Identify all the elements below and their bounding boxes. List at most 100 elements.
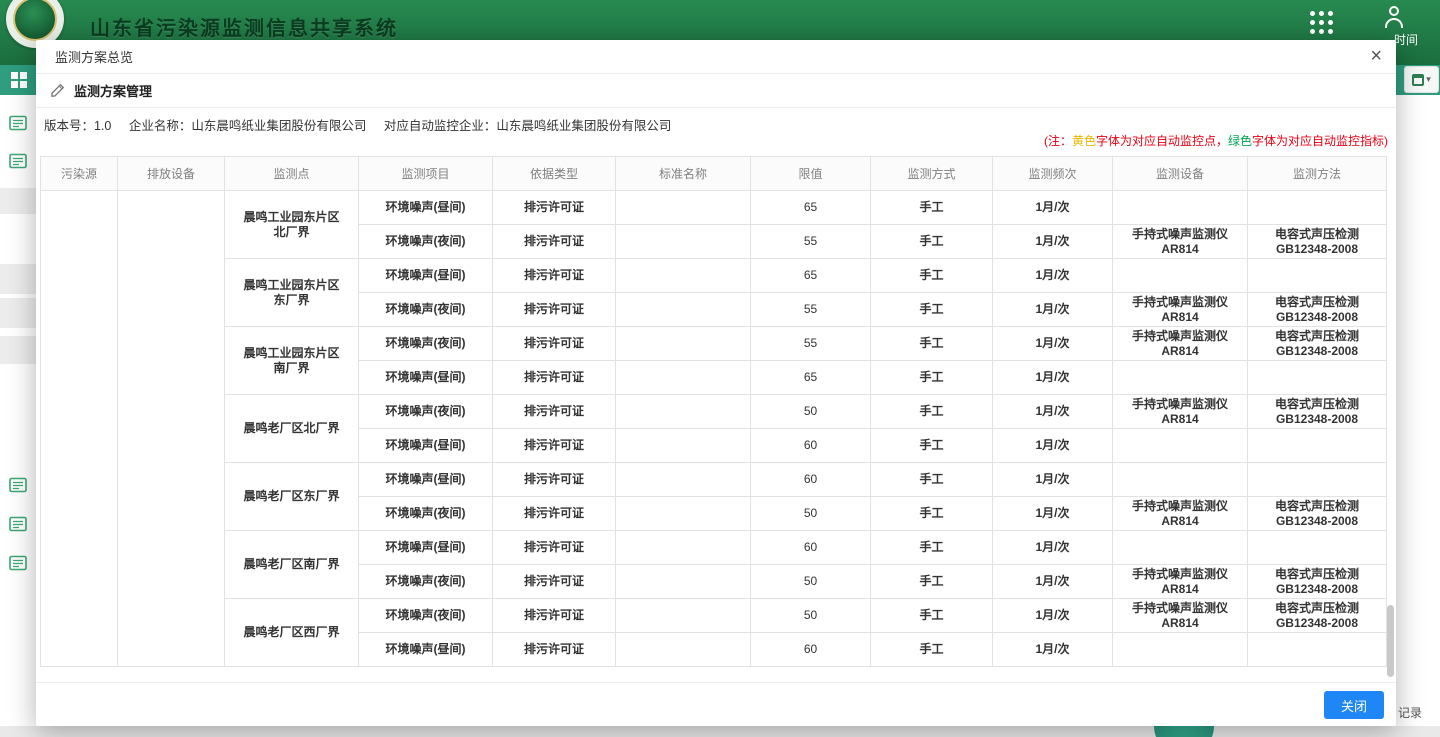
basis-type-cell: 排污许可证 — [493, 463, 616, 497]
close-icon[interactable]: × — [1370, 44, 1382, 68]
standard-name-cell — [616, 565, 751, 599]
folder-icon[interactable] — [9, 115, 27, 136]
list-row-highlight — [0, 298, 36, 328]
monitor-point-cell: 晨鸣老厂区北厂界 — [225, 395, 359, 463]
folder-icon[interactable] — [9, 516, 27, 537]
table-row: 晨鸣老厂区南厂界环境噪声(昼间)排污许可证60手工1月/次 — [41, 531, 1387, 565]
monitor-mode-cell: 手工 — [871, 429, 993, 463]
monitor-mode-cell: 手工 — [871, 599, 993, 633]
monitor-frequency-cell: 1月/次 — [993, 633, 1113, 667]
column-header: 限值 — [751, 157, 871, 191]
column-header: 监测设备 — [1113, 157, 1248, 191]
monitor-point-cell: 晨鸣老厂区南厂界 — [225, 531, 359, 599]
monitor-mode-cell: 手工 — [871, 191, 993, 225]
monitor-point-cell: 晨鸣老厂区东厂界 — [225, 463, 359, 531]
monitor-mode-cell: 手工 — [871, 259, 993, 293]
table-row: 晨鸣工业园东片区 南厂界环境噪声(夜间)排污许可证55手工1月/次手持式噪声监测… — [41, 327, 1387, 361]
monitor-frequency-cell: 1月/次 — [993, 429, 1113, 463]
table-header-row: 污染源排放设备监测点监测项目依据类型标准名称限值监测方式监测频次监测设备监测方法 — [41, 157, 1387, 191]
limit-value-cell: 60 — [751, 429, 871, 463]
limit-value-cell: 60 — [751, 633, 871, 667]
sidebar — [0, 95, 36, 737]
limit-value-cell: 60 — [751, 463, 871, 497]
basis-type-cell: 排污许可证 — [493, 531, 616, 565]
table-row: 晨鸣工业园东片区 北厂界环境噪声(昼间)排污许可证65手工1月/次 — [41, 191, 1387, 225]
plan-table-body: 晨鸣工业园东片区 北厂界环境噪声(昼间)排污许可证65手工1月/次环境噪声(夜间… — [41, 191, 1387, 667]
limit-value-cell: 60 — [751, 531, 871, 565]
monitor-frequency-cell: 1月/次 — [993, 259, 1113, 293]
folder-icon[interactable] — [9, 555, 27, 576]
chevron-down-icon: ▾ — [1426, 74, 1431, 85]
basis-type-cell: 排污许可证 — [493, 429, 616, 463]
close-button[interactable]: 关闭 — [1324, 691, 1384, 719]
calendar-icon — [1412, 74, 1424, 86]
monitor-mode-cell: 手工 — [871, 293, 993, 327]
column-header: 监测点 — [225, 157, 359, 191]
monitor-method-cell: 电容式声压检测 GB12348-2008 — [1248, 293, 1387, 327]
monitor-item-cell: 环境噪声(夜间) — [359, 293, 493, 327]
table-row: 晨鸣老厂区北厂界环境噪声(夜间)排污许可证50手工1月/次手持式噪声监测仪 AR… — [41, 395, 1387, 429]
monitor-mode-cell: 手工 — [871, 361, 993, 395]
monitor-method-cell: 电容式声压检测 GB12348-2008 — [1248, 225, 1387, 259]
monitor-device-cell: 手持式噪声监测仪 AR814 — [1113, 327, 1248, 361]
monitor-mode-cell: 手工 — [871, 565, 993, 599]
apps-grid-icon[interactable] — [1310, 11, 1333, 34]
table-row: 晨鸣老厂区西厂界环境噪声(夜间)排污许可证50手工1月/次手持式噪声监测仪 AR… — [41, 599, 1387, 633]
standard-name-cell — [616, 327, 751, 361]
monitor-device-cell — [1113, 361, 1248, 395]
discharge-device-cell — [118, 191, 225, 667]
auto-company-text: 对应自动监控企业：山东晨鸣纸业集团股份有限公司 — [384, 119, 672, 133]
pollution-source-cell — [41, 191, 118, 667]
list-row-highlight — [0, 188, 36, 214]
column-header: 排放设备 — [118, 157, 225, 191]
standard-name-cell — [616, 395, 751, 429]
monitor-item-cell: 环境噪声(昼间) — [359, 531, 493, 565]
standard-name-cell — [616, 225, 751, 259]
monitor-frequency-cell: 1月/次 — [993, 565, 1113, 599]
monitor-device-cell: 手持式噪声监测仪 AR814 — [1113, 497, 1248, 531]
monitor-method-cell — [1248, 361, 1387, 395]
limit-value-cell: 50 — [751, 565, 871, 599]
basis-type-cell: 排污许可证 — [493, 191, 616, 225]
monitor-frequency-cell: 1月/次 — [993, 599, 1113, 633]
monitoring-plan-table: 污染源排放设备监测点监测项目依据类型标准名称限值监测方式监测频次监测设备监测方法… — [40, 156, 1387, 667]
monitor-item-cell: 环境噪声(夜间) — [359, 565, 493, 599]
basis-type-cell: 排污许可证 — [493, 327, 616, 361]
monitor-point-cell: 晨鸣工业园东片区 南厂界 — [225, 327, 359, 395]
limit-value-cell: 50 — [751, 497, 871, 531]
monitor-device-cell: 手持式噪声监测仪 AR814 — [1113, 225, 1248, 259]
monitor-device-cell: 手持式噪声监测仪 AR814 — [1113, 565, 1248, 599]
limit-value-cell: 55 — [751, 327, 871, 361]
monitor-frequency-cell: 1月/次 — [993, 395, 1113, 429]
user-icon[interactable] — [1383, 6, 1405, 30]
column-header: 监测方式 — [871, 157, 993, 191]
monitor-device-cell — [1113, 531, 1248, 565]
folder-icon[interactable] — [9, 153, 27, 174]
monitor-frequency-cell: 1月/次 — [993, 293, 1113, 327]
vertical-scrollbar-thumb[interactable] — [1387, 605, 1394, 677]
note-text: (注：黄色字体为对应自动监控点，绿色字体为对应自动监控指标) — [1044, 132, 1388, 149]
record-count-text: 记录 — [1398, 704, 1422, 721]
monitor-method-cell: 电容式声压检测 GB12348-2008 — [1248, 327, 1387, 361]
monitor-mode-cell: 手工 — [871, 531, 993, 565]
limit-value-cell: 55 — [751, 225, 871, 259]
limit-value-cell: 50 — [751, 395, 871, 429]
nav-tiles-icon[interactable] — [11, 72, 27, 88]
monitor-method-cell — [1248, 633, 1387, 667]
logo-emblem — [13, 0, 57, 41]
monitor-frequency-cell: 1月/次 — [993, 327, 1113, 361]
monitor-item-cell: 环境噪声(昼间) — [359, 429, 493, 463]
limit-value-cell: 65 — [751, 361, 871, 395]
monitor-mode-cell: 手工 — [871, 497, 993, 531]
monitor-mode-cell: 手工 — [871, 633, 993, 667]
modal-footer: 关闭 — [36, 682, 1396, 726]
date-picker[interactable]: ▾ — [1404, 66, 1439, 93]
column-header: 污染源 — [41, 157, 118, 191]
list-row-highlight — [0, 264, 36, 294]
monitor-point-cell: 晨鸣工业园东片区 东厂界 — [225, 259, 359, 327]
folder-icon[interactable] — [9, 477, 27, 498]
monitor-device-cell: 手持式噪声监测仪 AR814 — [1113, 293, 1248, 327]
monitor-method-cell — [1248, 259, 1387, 293]
list-row-highlight — [0, 336, 36, 364]
monitor-method-cell — [1248, 191, 1387, 225]
